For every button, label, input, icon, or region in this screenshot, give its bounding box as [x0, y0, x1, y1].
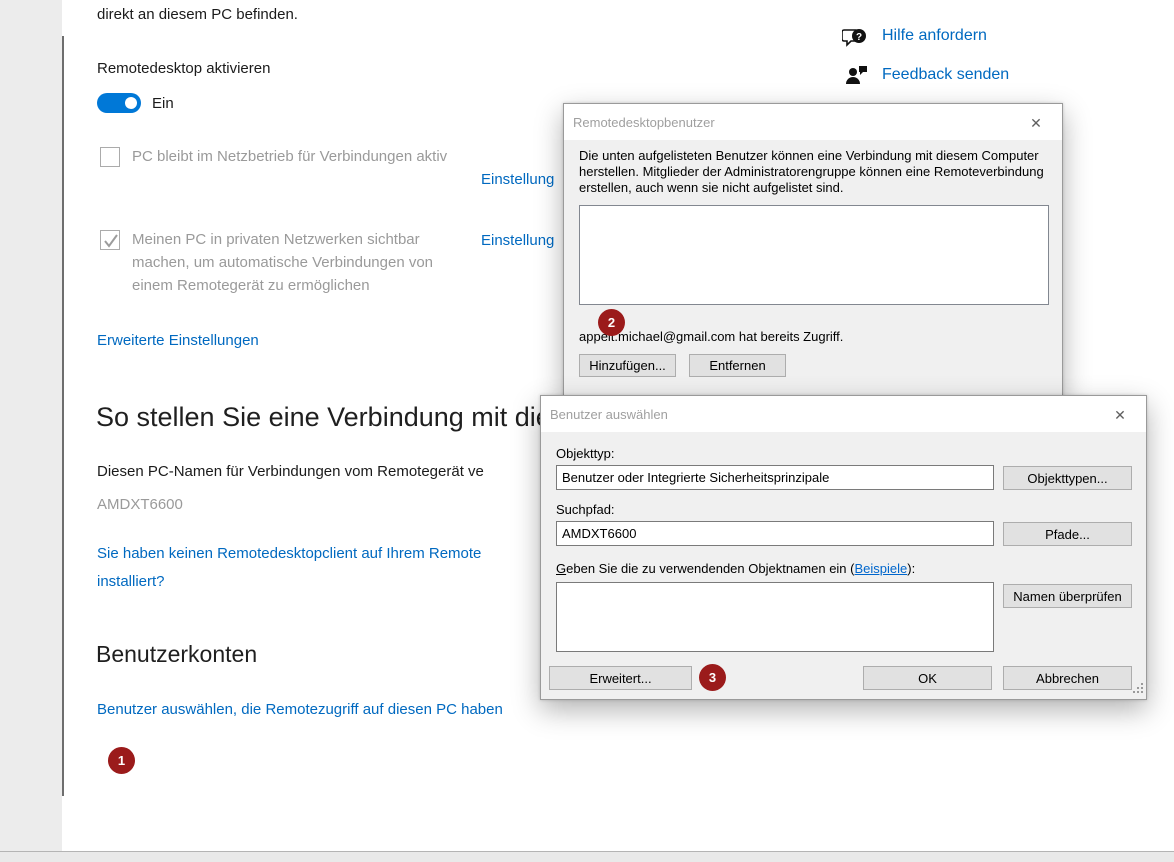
users-list-box[interactable]: [579, 205, 1049, 305]
left-sidebar-strip: [0, 0, 62, 862]
dialog-description: Die unten aufgelisteten Benutzer können …: [579, 148, 1057, 196]
cancel-button[interactable]: Abbrechen: [1003, 666, 1132, 690]
annotation-badge-2: 2: [598, 309, 625, 336]
keep-awake-settings-link[interactable]: Einstellung: [481, 169, 554, 191]
window-bottom-edge: [0, 852, 1174, 862]
select-users-dialog: Benutzer auswählen ✕ Objekttyp: Benutzer…: [540, 395, 1147, 700]
client-help-link-line2[interactable]: installiert?: [97, 571, 165, 593]
pane-divider-line: [62, 36, 64, 796]
search-path-label: Suchpfad:: [556, 502, 615, 517]
dialog-title: Benutzer auswählen: [550, 407, 668, 422]
object-names-label-close: ):: [907, 561, 915, 576]
add-button[interactable]: Hinzufügen...: [579, 354, 676, 377]
keep-awake-checkbox-label: PC bleibt im Netzbetrieb für Verbindunge…: [132, 145, 462, 168]
advanced-settings-link[interactable]: Erweiterte Einstellungen: [97, 330, 259, 352]
remote-desktop-users-dialog: Remotedesktopbenutzer ✕ Die unten aufgel…: [563, 103, 1063, 401]
advanced-button[interactable]: Erweitert...: [549, 666, 692, 690]
close-icon[interactable]: ✕: [1108, 405, 1132, 425]
connect-heading: So stellen Sie eine Verbindung mit diese: [96, 402, 579, 433]
dialog-title: Remotedesktopbenutzer: [573, 115, 715, 130]
feedback-icon: [845, 64, 869, 93]
ok-button[interactable]: OK: [863, 666, 992, 690]
pc-name-description: Diesen PC-Namen für Verbindungen vom Rem…: [97, 461, 484, 483]
svg-text:?: ?: [856, 32, 862, 43]
client-help-link-line1[interactable]: Sie haben keinen Remotedesktopclient auf…: [97, 543, 481, 565]
annotation-badge-3: 3: [699, 664, 726, 691]
checkmark-icon: [101, 231, 121, 251]
intro-text: direkt an diesem PC befinden.: [97, 4, 298, 26]
object-type-label: Objekttyp:: [556, 446, 615, 461]
discoverable-checkbox[interactable]: [100, 230, 120, 250]
check-names-button[interactable]: Namen überprüfen: [1003, 584, 1132, 608]
remove-button[interactable]: Entfernen: [689, 354, 786, 377]
get-help-link[interactable]: Hilfe anfordern: [882, 27, 987, 45]
remote-desktop-toggle[interactable]: [97, 93, 141, 113]
object-types-button[interactable]: Objekttypen...: [1003, 466, 1132, 490]
send-feedback-link[interactable]: Feedback senden: [882, 66, 1009, 84]
keep-awake-checkbox[interactable]: [100, 147, 120, 167]
object-names-label-text: eben Sie die zu verwendenden Objektnamen…: [566, 561, 854, 576]
object-names-label: Geben Sie die zu verwendenden Objektname…: [556, 561, 915, 576]
dialog-titlebar[interactable]: Benutzer auswählen ✕: [541, 396, 1146, 432]
toggle-state-label: Ein: [152, 93, 174, 115]
remote-desktop-toggle-label: Remotedesktop aktivieren: [97, 58, 270, 80]
paths-button[interactable]: Pfade...: [1003, 522, 1132, 546]
toggle-knob: [125, 97, 137, 109]
discoverable-checkbox-label: Meinen PC in privaten Netzwerken sichtba…: [132, 228, 477, 297]
dialog-titlebar[interactable]: Remotedesktopbenutzer ✕: [564, 104, 1062, 140]
close-icon[interactable]: ✕: [1024, 113, 1048, 133]
pc-name-value: AMDXT6600: [97, 494, 183, 516]
examples-link[interactable]: Beispiele: [854, 561, 907, 576]
help-icon: ?: [842, 26, 868, 55]
object-names-textarea[interactable]: [556, 582, 994, 652]
accelerator-letter: G: [556, 561, 566, 576]
select-users-link[interactable]: Benutzer auswählen, die Remotezugriff au…: [97, 699, 503, 721]
object-type-field[interactable]: Benutzer oder Integrierte Sicherheitspri…: [556, 465, 994, 490]
annotation-badge-1: 1: [108, 747, 135, 774]
resize-grip-icon[interactable]: [1133, 682, 1144, 697]
user-accounts-heading: Benutzerkonten: [96, 641, 257, 668]
discoverable-settings-link[interactable]: Einstellung: [481, 230, 554, 252]
search-path-field[interactable]: AMDXT6600: [556, 521, 994, 546]
